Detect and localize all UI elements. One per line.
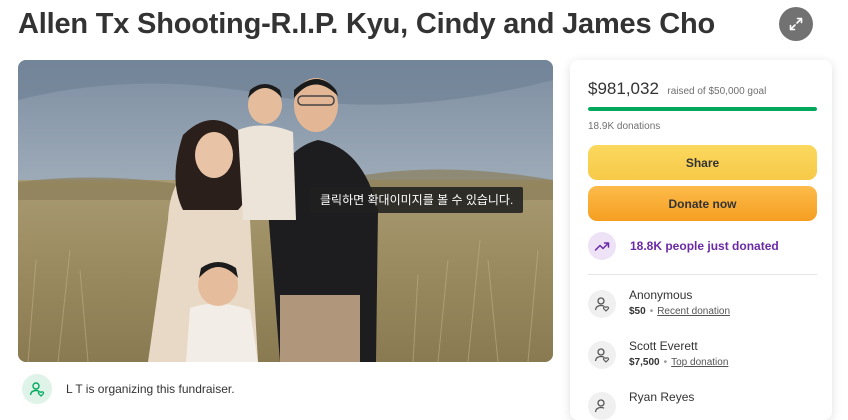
trending-up-icon — [594, 242, 610, 251]
user-heart-icon — [594, 297, 610, 312]
donation-card: $981,032 raised of $50,000 goal 18.9K do… — [570, 60, 832, 420]
donor-amount: $50 — [629, 306, 646, 317]
donor-item: Anonymous $50 • Recent donation — [588, 288, 730, 318]
organizer-row: L T is organizing this fundraiser. — [22, 374, 235, 404]
organizer-avatar — [22, 374, 52, 404]
user-heart-icon — [594, 348, 610, 363]
progress-fill — [588, 107, 817, 111]
share-button[interactable]: Share — [588, 145, 817, 180]
donor-name: Ryan Reyes — [629, 390, 695, 404]
donor-name: Anonymous — [629, 288, 693, 302]
donor-avatar — [588, 341, 616, 369]
user-heart-icon — [29, 382, 45, 397]
donor-tag-link[interactable]: Top donation — [671, 357, 728, 368]
donation-count: 18.9K donations — [588, 121, 661, 132]
donor-avatar — [588, 290, 616, 318]
divider — [588, 274, 817, 275]
campaign-photo[interactable]: 클릭하면 확대이미지를 볼 수 있습니다. — [18, 60, 553, 362]
expand-button[interactable] — [779, 7, 813, 41]
progress-bar — [588, 107, 817, 111]
donor-item: Ryan Reyes — [588, 390, 694, 420]
donor-item: Scott Everett $7,500 • Top donation — [588, 339, 728, 369]
raised-amount: $981,032 — [588, 79, 659, 98]
donor-amount: $7,500 — [629, 357, 660, 368]
page-title: Allen Tx Shooting-R.I.P. Kyu, Cindy and … — [18, 8, 716, 40]
expand-arrows-icon — [789, 17, 803, 31]
recent-activity-text: 18.8K people just donated — [630, 239, 779, 253]
user-heart-icon — [594, 399, 605, 413]
goal-text: raised of $50,000 goal — [667, 86, 767, 97]
raised-summary: $981,032 raised of $50,000 goal — [588, 79, 766, 99]
donate-now-button[interactable]: Donate now — [588, 186, 817, 221]
enlarge-image-tooltip: 클릭하면 확대이미지를 볼 수 있습니다. — [310, 187, 524, 213]
recent-activity-row: 18.8K people just donated — [588, 232, 779, 260]
organizer-text: L T is organizing this fundraiser. — [66, 382, 235, 396]
donor-name: Scott Everett — [629, 339, 698, 353]
donor-tag-link[interactable]: Recent donation — [657, 306, 730, 317]
donor-avatar — [588, 392, 616, 420]
trend-icon-badge — [588, 232, 616, 260]
